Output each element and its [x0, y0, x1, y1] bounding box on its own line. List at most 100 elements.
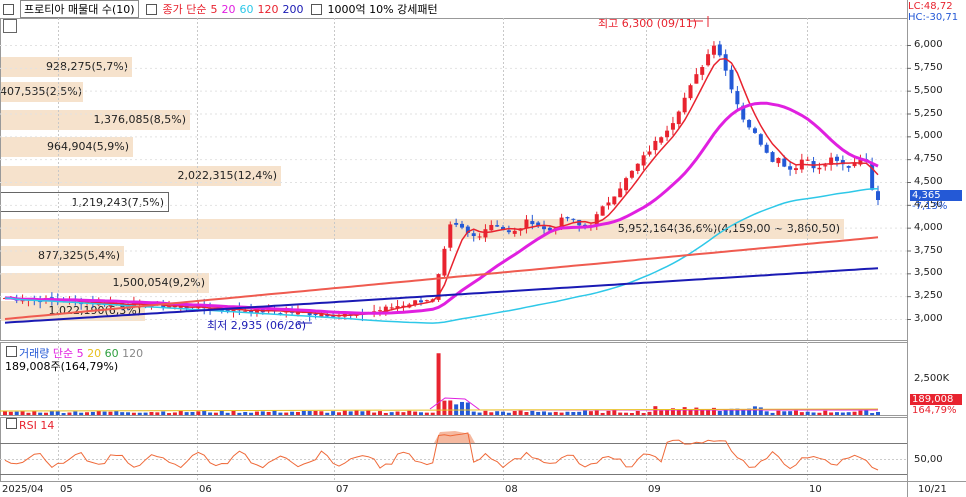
volume-bar [14, 411, 19, 415]
volume-bar [395, 411, 400, 415]
candle-body [647, 151, 652, 155]
volume-bar [770, 412, 775, 415]
candle-body [834, 156, 839, 161]
candle-body [565, 217, 570, 219]
volume-bar [811, 412, 816, 415]
candle-body [377, 310, 382, 312]
volume-bar [61, 413, 66, 415]
volume-bar [389, 412, 394, 415]
candle-body [542, 226, 547, 230]
volume-bar [143, 412, 148, 415]
candle-body [243, 310, 248, 312]
candle-body [471, 233, 476, 237]
volume-bar [840, 412, 845, 415]
volume-bar [717, 410, 722, 415]
stock-chart-window: 프로티아 매물대 수(10) 종가 단순 5 20 60 120 200 100… [0, 0, 966, 497]
candle-body [454, 222, 459, 225]
candle-body [313, 314, 318, 316]
volume-bar [788, 411, 793, 415]
volume-bar [96, 410, 101, 415]
candle-body [770, 152, 775, 162]
volume-bar [85, 412, 90, 415]
volume-bar [260, 411, 265, 415]
volume-bar [430, 412, 435, 415]
candle-body [418, 300, 423, 303]
volume-bar [518, 410, 523, 415]
volume-bar [823, 410, 828, 415]
candle-body [793, 168, 798, 171]
volume-bar [460, 401, 465, 415]
volume-bar [618, 412, 623, 415]
candle-body [735, 91, 740, 105]
volume-bar [864, 410, 869, 415]
volume-bar [793, 410, 798, 415]
volume-bar [858, 410, 863, 415]
volume-bar [700, 409, 705, 415]
candle-body [782, 158, 787, 167]
volume-bar [448, 400, 453, 415]
volume-bar [682, 407, 687, 415]
volume-bar [237, 412, 242, 415]
volume-bar [501, 411, 506, 415]
volume-bar [342, 410, 347, 415]
volume-bar [536, 411, 541, 415]
volume-bar [26, 412, 31, 415]
volume-bar [114, 411, 119, 415]
volume-bar [799, 412, 804, 415]
volume-bar [442, 400, 447, 415]
volume-bar [79, 412, 84, 415]
volume-bar [782, 411, 787, 415]
volume-bar [870, 413, 875, 415]
volume-bar [73, 411, 78, 415]
volume-bar [624, 412, 629, 415]
ma200-line [4, 267, 879, 324]
candle-body [817, 167, 822, 170]
volume-bar [225, 412, 230, 415]
volume-bar [213, 412, 218, 415]
volume-bar [55, 411, 60, 415]
volume-bar [506, 412, 511, 415]
volume-bar [530, 410, 535, 415]
chart-canvas[interactable] [0, 0, 966, 497]
volume-bar [565, 411, 570, 415]
candle-body [477, 236, 482, 238]
volume-bar [834, 412, 839, 415]
candle-body [512, 230, 517, 234]
volume-bar [325, 412, 330, 415]
volume-bar [290, 411, 295, 415]
volume-bar [149, 412, 154, 415]
volume-bar [295, 411, 300, 415]
candle-body [706, 54, 711, 66]
volume-bar [137, 412, 142, 415]
candle-body [723, 54, 728, 71]
candle-body [483, 229, 488, 238]
volume-bar [752, 406, 757, 415]
volume-bar [266, 411, 271, 415]
volume-bar [184, 412, 189, 415]
candle-body [876, 191, 880, 201]
candle-body [670, 123, 675, 130]
volume-panel-frame [0, 342, 908, 416]
volume-bar [477, 412, 482, 415]
candlestick-series [3, 40, 880, 322]
volume-bar [178, 410, 183, 415]
volume-bar [372, 412, 377, 415]
candle-body [641, 155, 646, 166]
candle-body [424, 300, 429, 302]
volume-bar [38, 412, 43, 415]
volume-bar [495, 411, 500, 415]
volume-bar [272, 410, 277, 415]
candle-body [659, 137, 664, 143]
volume-bar [471, 411, 476, 415]
volume-bar [547, 412, 552, 415]
volume-bar [172, 412, 177, 415]
volume-bar [876, 411, 880, 415]
rsi-panel-frame [0, 417, 908, 482]
candle-body [752, 128, 757, 133]
volume-bar [102, 411, 107, 415]
volume-bar [571, 411, 576, 415]
volume-bar [331, 411, 336, 415]
volume-bar [383, 412, 388, 415]
candle-body [489, 224, 494, 231]
volume-bar [588, 411, 593, 415]
